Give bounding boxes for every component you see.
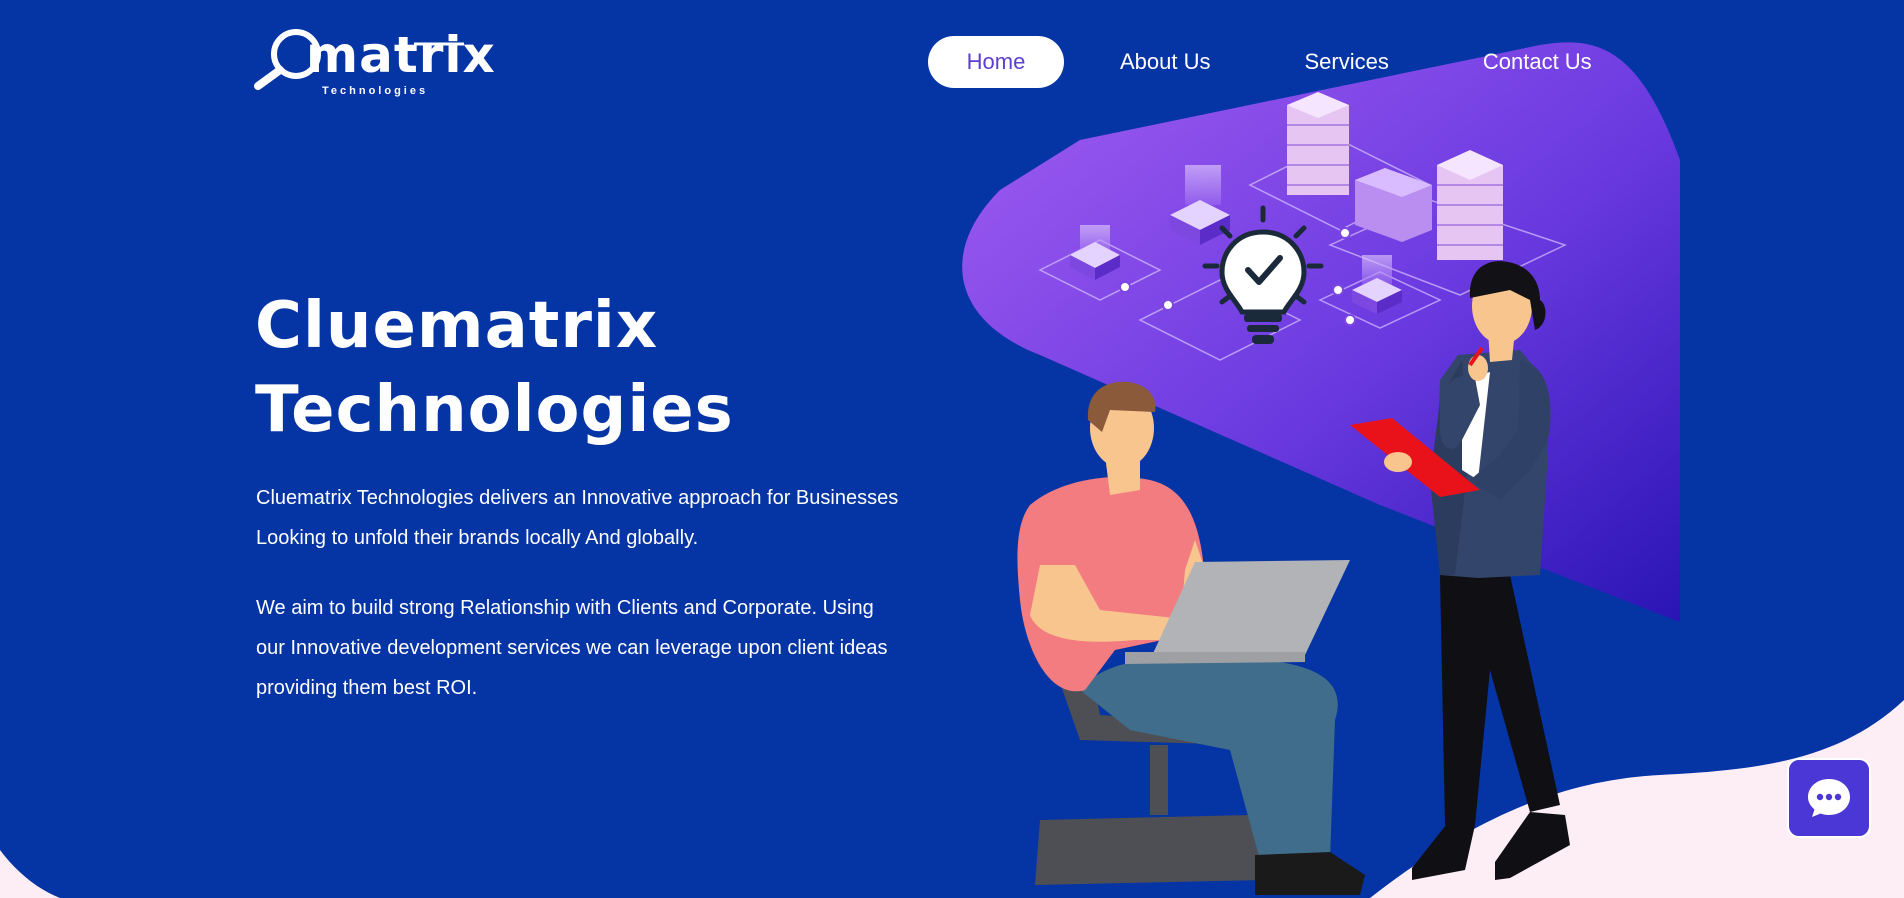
- logo-wordmark: matrix: [306, 26, 496, 84]
- hero-paragraph-2-line-3: providing them best ROI.: [256, 677, 478, 699]
- nav-contact-us[interactable]: Contact Us: [1483, 49, 1592, 75]
- nav-home[interactable]: Home: [928, 36, 1064, 88]
- chat-bubble-icon: [1808, 779, 1850, 817]
- hero-paragraph-2-line-2: our Innovative development services we c…: [256, 637, 888, 659]
- isometric-panel: [962, 42, 1680, 623]
- landing-page: matrix Technologies Home About Us Servic…: [0, 0, 1904, 898]
- server-cube-1: [1070, 225, 1120, 280]
- site-logo[interactable]: matrix Technologies: [254, 22, 495, 102]
- server-cube-3: [1352, 255, 1402, 314]
- lightbulb-check-icon: [1202, 205, 1324, 344]
- hero-paragraph-2: We aim to build strong Relationship with…: [256, 588, 956, 708]
- standing-woman-figure: [1350, 261, 1570, 880]
- seated-man-figure: [1017, 381, 1365, 895]
- logo-subtitle: Technologies: [322, 85, 429, 97]
- server-tower-left: [1287, 92, 1349, 195]
- hero-title-line-1: Cluematrix: [255, 289, 659, 363]
- router-box: [1355, 168, 1432, 242]
- hero-paragraph-1: Cluematrix Technologies delivers an Inno…: [256, 478, 956, 558]
- nav-about-us[interactable]: About Us: [1120, 49, 1211, 75]
- chat-widget-button[interactable]: [1787, 758, 1871, 838]
- hero-paragraph-1-line-1: Cluematrix Technologies delivers an Inno…: [256, 487, 899, 509]
- hero-paragraph-1-line-2: Looking to unfold their brands locally A…: [256, 527, 699, 549]
- server-cube-2: [1170, 165, 1230, 245]
- hero-paragraph-2-line-1: We aim to build strong Relationship with…: [256, 597, 874, 619]
- hero-title-line-2: Technologies: [255, 373, 734, 447]
- hero-title: Cluematrix Technologies: [255, 284, 734, 452]
- main-nav: Home About Us Services Contact Us: [928, 36, 1592, 88]
- nav-services[interactable]: Services: [1305, 49, 1389, 75]
- bottom-left-wave: [0, 850, 60, 898]
- server-tower-right: [1437, 150, 1503, 260]
